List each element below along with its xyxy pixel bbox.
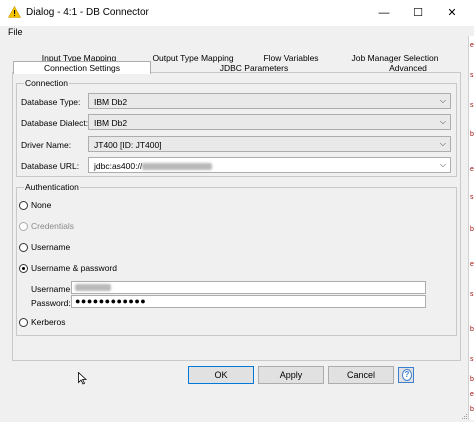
database-url-label: Database URL: xyxy=(21,161,80,171)
title-bar: Dialog - 4:1 - DB Connector — ☐ ✕ xyxy=(0,0,474,26)
radio-username-label: Username xyxy=(31,242,71,252)
edge-glyph: b xyxy=(470,226,474,233)
close-button[interactable]: ✕ xyxy=(442,4,462,22)
radio-selected-dot xyxy=(22,267,25,270)
radio-kerberos-label: Kerberos xyxy=(31,317,66,327)
cancel-button[interactable]: Cancel xyxy=(328,366,394,384)
authentication-group-title: Authentication xyxy=(24,182,80,192)
edge-glyph: s xyxy=(470,291,474,298)
minimize-button[interactable]: — xyxy=(374,4,394,22)
edge-glyph: e xyxy=(470,391,474,398)
database-dialect-select[interactable]: IBM Db2 ⌵ xyxy=(88,114,451,130)
database-dialect-value: IBM Db2 xyxy=(94,118,128,128)
password-field[interactable]: ●●●●●●●●●●●● xyxy=(71,295,426,308)
database-type-label: Database Type: xyxy=(21,97,81,107)
edge-glyph: e xyxy=(470,261,474,268)
connection-group-title: Connection xyxy=(24,78,70,88)
apply-button[interactable]: Apply xyxy=(258,366,324,384)
connection-group: Connection Database Type: IBM Db2 ⌵ Data… xyxy=(16,78,457,177)
chevron-down-icon: ⌵ xyxy=(439,160,446,169)
radio-username[interactable] xyxy=(19,243,28,252)
help-icon: ? xyxy=(402,369,412,381)
radio-credentials xyxy=(19,222,28,231)
radio-none[interactable] xyxy=(19,201,28,210)
database-type-select[interactable]: IBM Db2 ⌵ xyxy=(88,93,451,109)
edge-glyph: b xyxy=(470,406,474,413)
password-value: ●●●●●●●●●●●● xyxy=(75,296,147,306)
username-value-redacted xyxy=(75,284,111,292)
window-title: Dialog - 4:1 - DB Connector xyxy=(26,7,149,18)
database-dialect-label: Database Dialect: xyxy=(21,118,89,128)
radio-username-password[interactable] xyxy=(19,264,28,273)
ok-button[interactable]: OK xyxy=(188,366,254,384)
username-field[interactable] xyxy=(71,281,426,294)
edge-glyph: e xyxy=(470,42,474,49)
connection-settings-panel: Connection Database Type: IBM Db2 ⌵ Data… xyxy=(12,72,461,361)
radio-kerberos[interactable] xyxy=(19,318,28,327)
chevron-down-icon: ⌵ xyxy=(439,96,446,105)
radio-username-password-label: Username & password xyxy=(31,263,117,273)
tab-connection-settings[interactable]: Connection Settings xyxy=(13,61,151,74)
database-url-input[interactable]: jdbc:as400:// ⌵ xyxy=(88,157,451,173)
edge-glyph: e xyxy=(470,166,474,173)
driver-name-label: Driver Name: xyxy=(21,140,72,150)
edge-glyph: b xyxy=(470,326,474,333)
chevron-down-icon: ⌵ xyxy=(439,117,446,126)
driver-name-value: JT400 [ID: JT400] xyxy=(94,140,162,150)
edge-glyph: s xyxy=(470,72,474,79)
warning-icon xyxy=(7,5,22,20)
maximize-button[interactable]: ☐ xyxy=(408,4,428,22)
radio-none-label: None xyxy=(31,200,52,210)
resize-grip-icon[interactable] xyxy=(462,412,468,419)
username-label: Username: xyxy=(31,284,73,294)
help-button[interactable]: ? xyxy=(398,367,414,383)
menu-bar: File xyxy=(0,26,474,40)
edge-glyph: s xyxy=(470,102,474,109)
authentication-group: Authentication xyxy=(16,182,457,336)
edge-glyph: b xyxy=(470,376,474,383)
chevron-down-icon: ⌵ xyxy=(439,139,446,148)
edge-glyph: b xyxy=(470,131,474,138)
driver-name-select[interactable]: JT400 [ID: JT400] ⌵ xyxy=(88,136,451,152)
menu-file[interactable]: File xyxy=(8,27,23,37)
database-type-value: IBM Db2 xyxy=(94,97,128,107)
edge-glyph: s xyxy=(470,194,474,201)
password-label: Password: xyxy=(31,298,71,308)
mouse-cursor-icon xyxy=(78,371,88,387)
background-window-edge: e s s b e s b e s b s b e b xyxy=(468,36,474,420)
radio-credentials-label: Credentials xyxy=(31,221,74,231)
edge-glyph: s xyxy=(470,356,474,363)
database-url-value: jdbc:as400:// xyxy=(94,161,213,171)
